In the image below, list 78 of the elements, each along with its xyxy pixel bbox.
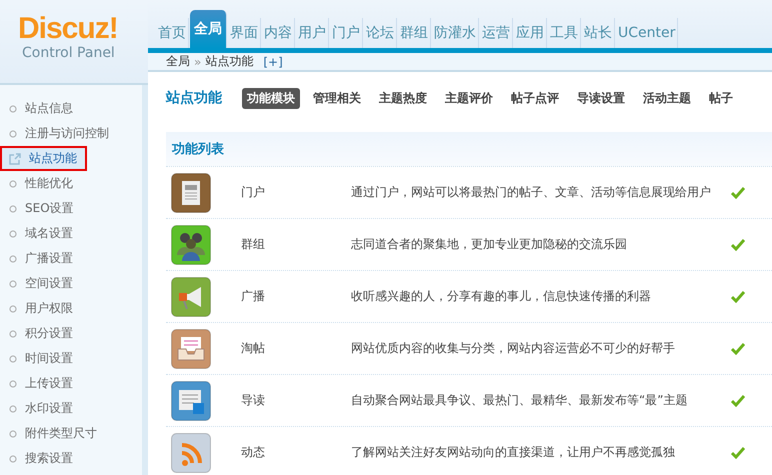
table-cell-text: 导读 (241, 392, 266, 409)
sidebar-item[interactable]: 附件类型尺寸 (0, 421, 142, 446)
sub-tab[interactable]: 功能模块 (242, 88, 300, 108)
breadcrumb-separator: » (194, 54, 202, 68)
bullet-icon (9, 180, 17, 188)
bullet-icon (9, 104, 17, 112)
bullet-icon (9, 130, 17, 138)
nav-tab[interactable]: 应用 (514, 18, 547, 48)
breadcrumb-current: 站点功能 (205, 53, 254, 70)
tray-icon (171, 328, 211, 368)
bullet-icon (9, 380, 17, 388)
expand-toggle[interactable]: [+] (263, 54, 283, 68)
people-icon (171, 224, 211, 264)
table-cell-text: 门户 (241, 184, 266, 201)
sub-tab[interactable]: 活动主题 (638, 88, 696, 108)
table-cell-text: 通过门户，网站可以将最热门的帖子、文章、活动等信息展现给用户 (351, 184, 712, 201)
nav-tab[interactable]: 界面 (228, 18, 261, 48)
table-cell-text: 网站优质内容的收集与分类，网站内容运营必不可少的好帮手 (351, 340, 676, 357)
bullet-icon (9, 280, 17, 288)
nav-tab[interactable]: 群组 (398, 18, 431, 48)
sidebar-item[interactable]: 搜索设置 (0, 446, 142, 471)
sidebar-item[interactable]: 空间设置 (0, 271, 142, 296)
sidebar-item[interactable]: 域名设置 (0, 221, 142, 246)
sub-tab[interactable]: 帖子点评 (506, 88, 564, 108)
table-cell-text: 自动聚合网站最具争议、最热门、最精华、最新发布等“最”主题 (351, 392, 688, 409)
nav-tab[interactable]: UCenter (616, 18, 678, 48)
bullet-icon (9, 430, 17, 438)
sidebar-item[interactable]: 用户权限 (0, 296, 142, 321)
bullet-icon (9, 254, 17, 262)
bullet-icon (9, 454, 17, 462)
nav-tab[interactable]: 论坛 (364, 18, 397, 48)
nav-tab[interactable]: 用户 (296, 18, 329, 48)
nav-tab[interactable]: 防灌水 (432, 18, 479, 48)
bullet-icon (9, 404, 17, 412)
sidebar-item[interactable]: 广播设置 (0, 246, 142, 271)
sub-tab[interactable]: 导读设置 (572, 88, 630, 108)
sidebar-item[interactable]: 上传设置 (0, 371, 142, 396)
sidebar-item[interactable]: 水印设置 (0, 396, 142, 421)
breadcrumb-link[interactable]: 全局 (166, 53, 190, 70)
rss-icon (171, 432, 211, 472)
sidebar-item[interactable]: 积分设置 (0, 321, 142, 346)
bullet-icon (9, 304, 17, 312)
bullet-icon (9, 330, 17, 338)
sidebar-item[interactable]: 时间设置 (0, 346, 142, 371)
sidebar-item[interactable]: SEO设置 (0, 196, 142, 221)
table-cell-text: 收听感兴趣的人，分享有趣的事儿，信息快速传播的利器 (351, 288, 652, 305)
external-link-icon (9, 152, 21, 164)
nav-tab[interactable]: 全局 (190, 10, 227, 48)
logo-subtitle: Control Panel (22, 44, 116, 62)
sub-tab[interactable]: 管理相关 (308, 88, 366, 108)
table-cell-text: 志同道合者的聚集地，更加专业更加隐秘的交流乐园 (351, 236, 628, 253)
page-title: 站点功能 (166, 89, 222, 107)
table-cell-text: 动态 (241, 444, 266, 461)
nav-tab[interactable]: 内容 (262, 18, 295, 48)
nav-tab[interactable]: 工具 (548, 18, 581, 48)
table-cell-text: 了解网站关注好友网站动向的直接渠道，让用户不再感觉孤独 (351, 444, 676, 461)
table-cell-text: 淘帖 (241, 340, 266, 357)
nav-tab[interactable]: 站长 (582, 18, 615, 48)
logo-title: Discuz! (18, 14, 119, 44)
sidebar-item[interactable]: 站点功能 (0, 146, 87, 171)
nav-tab[interactable]: 门户 (330, 18, 363, 48)
bullet-icon (9, 230, 17, 238)
table-title: 功能列表 (172, 141, 224, 158)
sidebar-item[interactable]: 注册与访问控制 (0, 121, 142, 146)
sidebar-item[interactable]: 站点信息 (0, 96, 142, 121)
megaphone-icon (171, 276, 211, 316)
bullet-icon (9, 354, 17, 362)
document-icon (171, 380, 211, 420)
nav-tab[interactable]: 首页 (156, 18, 189, 48)
table-cell-text: 群组 (241, 236, 266, 253)
table-cell-text: 广播 (241, 288, 266, 305)
sidebar-item[interactable]: 性能优化 (0, 171, 142, 196)
sub-tab[interactable]: 主题热度 (374, 88, 432, 108)
nav-tab[interactable]: 运营 (480, 18, 513, 48)
sub-tab[interactable]: 帖子 (704, 88, 738, 108)
bullet-icon (9, 204, 17, 212)
sub-tab[interactable]: 主题评价 (440, 88, 498, 108)
newspaper-icon (171, 172, 211, 212)
